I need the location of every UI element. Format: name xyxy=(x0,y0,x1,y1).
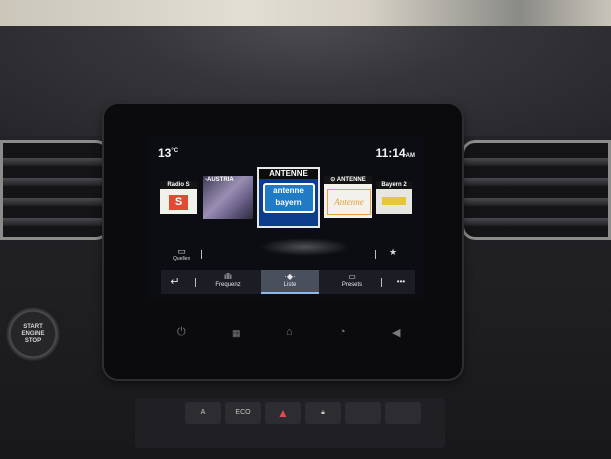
divider xyxy=(195,278,196,287)
tab-liste[interactable]: ·◆· Liste xyxy=(261,270,319,294)
tab-frequenz[interactable]: ıllı Frequenz xyxy=(203,270,253,294)
favorite-button[interactable]: ★ xyxy=(389,247,397,257)
logo-line-2: bayern xyxy=(275,198,302,207)
start-engine-button[interactable]: START ENGINE STOP xyxy=(5,306,61,362)
tab-frequenz-label: Frequenz xyxy=(215,282,241,288)
folder-icon: ▭ xyxy=(177,246,186,256)
temperature-value: 13 xyxy=(158,146,172,160)
sources-button[interactable]: ▭ Quellen xyxy=(173,246,190,262)
volume-icon[interactable]: ◀ xyxy=(392,326,400,339)
hardware-button-row: ⏻ ▦ ⌂ ◔ ◀ xyxy=(150,318,420,348)
station-tile-antenne-bayern-selected[interactable]: ANTENNE antenne bayern xyxy=(257,167,320,228)
divider xyxy=(201,250,202,259)
station-name: Radio S xyxy=(160,181,197,189)
right-air-vent xyxy=(461,140,611,240)
bottom-tab-bar: ↵ ıllı Frequenz ·◆· Liste ▭ Presets ••• xyxy=(161,270,415,294)
station-logo: Antenne xyxy=(327,189,371,215)
list-icon: ·◆· xyxy=(284,272,296,281)
infotainment-screen: 13°C 11:14AM Radio S S -AUSTRIA ANTENNE … xyxy=(147,136,423,298)
hazard-button[interactable]: ▲ xyxy=(265,402,301,424)
back-button[interactable]: ↵ xyxy=(161,270,189,294)
eco-button[interactable]: ECO xyxy=(225,402,261,424)
station-tile-antenne[interactable]: ⊙ ANTENNE Antenne xyxy=(324,176,372,218)
outside-temperature: 13°C xyxy=(158,146,178,160)
station-tile-austria[interactable]: -AUSTRIA xyxy=(203,176,253,219)
home-icon[interactable]: ⌂ xyxy=(286,326,293,338)
center-console-switches: A ECO ▲ 🔒︎ xyxy=(135,398,445,448)
screen-glare xyxy=(260,238,350,256)
station-logo xyxy=(382,197,406,205)
station-name: ANTENNE xyxy=(259,169,318,179)
logo-line-1: antenne xyxy=(273,186,304,195)
folder-icon: ▭ xyxy=(348,272,356,281)
tab-liste-label: Liste xyxy=(283,282,297,288)
station-name: ⊙ ANTENNE xyxy=(324,176,372,184)
clock-time: 11:14 xyxy=(375,146,406,160)
tab-presets-label: Presets xyxy=(341,282,363,288)
station-name: Bayern 2 xyxy=(376,181,412,189)
console-switch[interactable] xyxy=(345,402,381,424)
more-button[interactable]: ••• xyxy=(387,270,415,294)
clock: 11:14AM xyxy=(376,146,415,160)
more-icon: ••• xyxy=(396,277,406,286)
left-air-vent xyxy=(0,140,110,240)
door-lock-button[interactable]: 🔒︎ xyxy=(305,402,341,424)
voice-icon[interactable]: ◔ xyxy=(339,326,346,338)
star-icon: ★ xyxy=(389,247,398,257)
station-logo: antenne bayern xyxy=(262,183,315,213)
tab-presets[interactable]: ▭ Presets xyxy=(329,270,375,294)
console-switch[interactable] xyxy=(385,402,421,424)
station-tile-radio-s[interactable]: Radio S S xyxy=(160,181,197,214)
back-arrow-icon: ↵ xyxy=(170,276,180,288)
clock-suffix: AM xyxy=(405,153,415,159)
car-dashboard: START ENGINE STOP 13°C 11:14AM Radio S S… xyxy=(0,0,611,459)
divider xyxy=(375,250,376,259)
divider xyxy=(381,278,382,287)
sources-label: Quellen xyxy=(173,256,191,262)
apps-icon[interactable]: ▦ xyxy=(232,328,241,339)
station-name: -AUSTRIA xyxy=(205,177,234,183)
power-icon[interactable]: ⏻ xyxy=(177,326,186,339)
station-logo: S xyxy=(169,195,188,210)
frequency-icon: ıllı xyxy=(224,272,232,281)
station-tile-bayern-2[interactable]: Bayern 2 xyxy=(376,181,412,214)
auto-stop-button[interactable]: A xyxy=(185,402,221,424)
start-engine-label: START ENGINE STOP xyxy=(21,323,45,344)
temperature-unit: °C xyxy=(171,148,179,154)
